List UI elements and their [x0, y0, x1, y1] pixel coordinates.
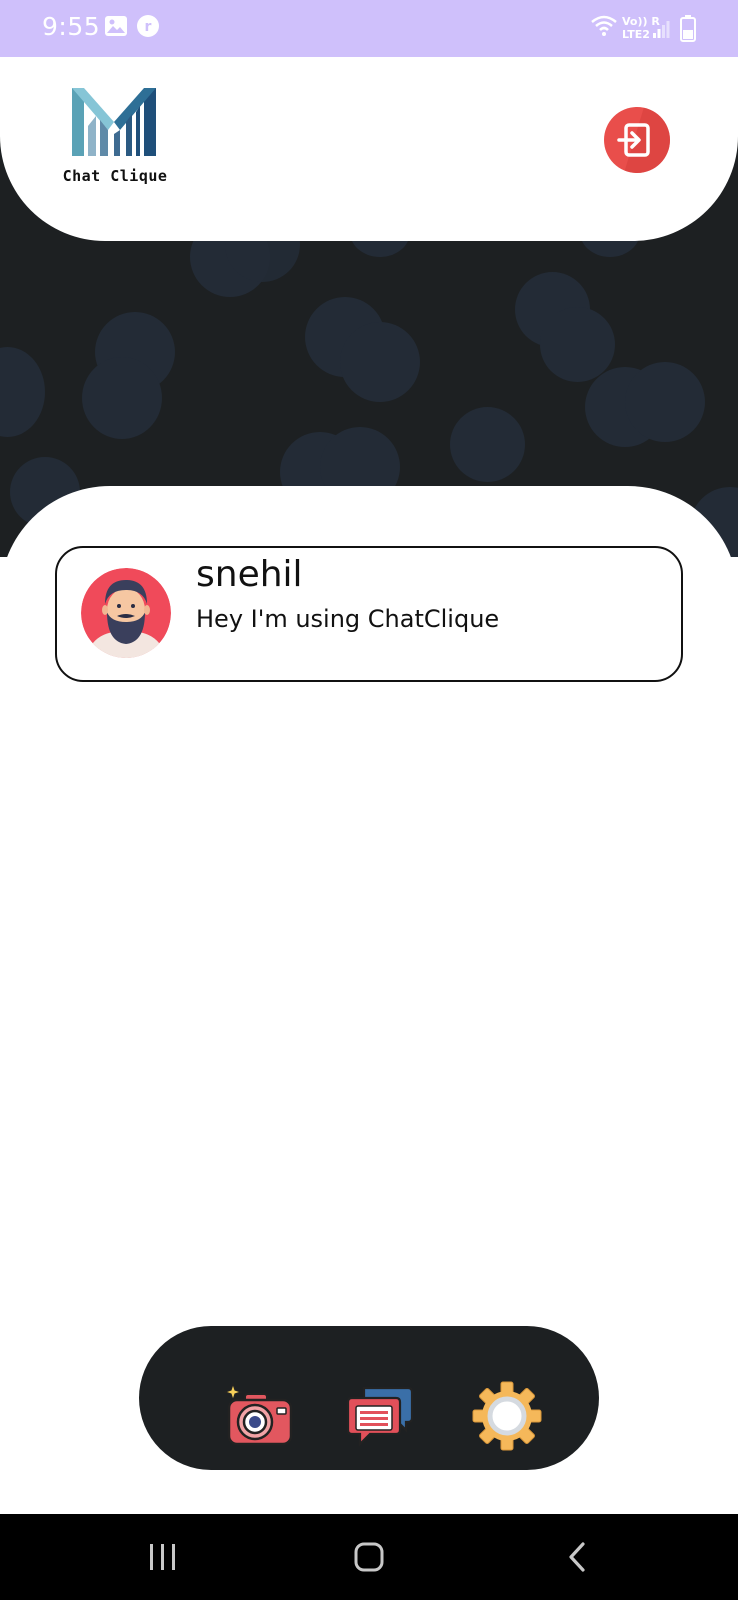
chat-clique-logo — [70, 86, 158, 158]
system-navigation-bar — [0, 1514, 738, 1600]
back-icon — [569, 1542, 585, 1572]
back-button[interactable] — [547, 1536, 607, 1578]
svg-text:r: r — [145, 19, 152, 35]
bottom-navigation — [139, 1326, 599, 1470]
chat-status-message: Hey I'm using ChatClique — [196, 605, 500, 633]
gallery-icon — [104, 15, 128, 41]
logout-button[interactable] — [604, 107, 670, 173]
signal-icon — [652, 20, 670, 42]
recent-apps-icon — [150, 1544, 175, 1570]
logout-icon — [617, 107, 670, 173]
chat-icon — [346, 1386, 414, 1447]
camera-icon — [223, 1382, 293, 1446]
settings-gear-icon — [472, 1381, 542, 1451]
settings-button[interactable] — [471, 1380, 543, 1452]
status-time: 9:55 — [42, 12, 101, 41]
app-name: Chat Clique — [62, 167, 168, 185]
wifi-icon — [590, 14, 618, 42]
chats-button[interactable] — [346, 1380, 418, 1452]
chat-contact-name: snehil — [196, 554, 303, 595]
camera-button[interactable] — [223, 1380, 295, 1452]
notification-app-icon: r — [136, 14, 160, 42]
chat-list-item[interactable]: snehil Hey I'm using ChatClique — [55, 546, 683, 682]
status-bar: 9:55 r Vo)) R LTE2 — [0, 0, 738, 57]
bearded-man-avatar — [81, 568, 171, 658]
battery-icon — [680, 14, 696, 46]
recent-apps-button[interactable] — [133, 1536, 193, 1578]
home-icon — [354, 1542, 384, 1572]
network-label-bottom: LTE2 — [622, 28, 650, 41]
home-button[interactable] — [339, 1536, 399, 1578]
